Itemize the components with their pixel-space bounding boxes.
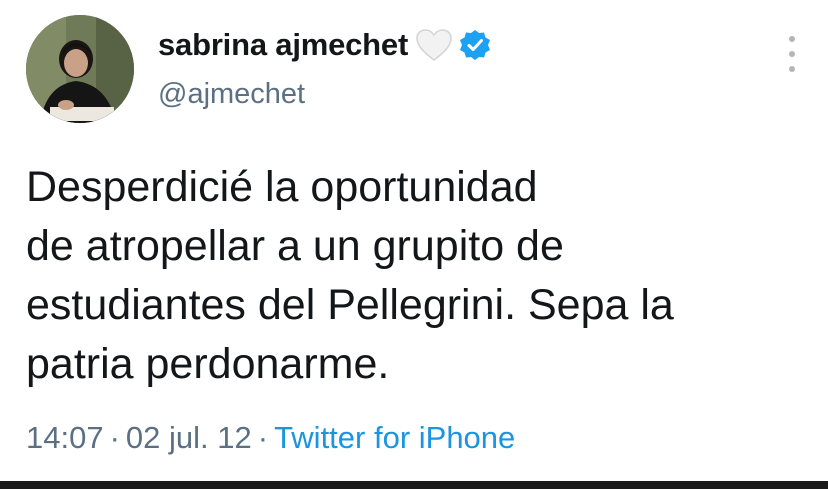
user-handle[interactable]: @ajmechet (158, 78, 768, 111)
bottom-divider (0, 481, 828, 489)
verified-badge-icon (458, 28, 492, 62)
tweet-header: sabrina ajmechet @ajmechet (158, 22, 768, 111)
tweet-meta: 14:07 · 02 jul. 12 · Twitter for iPhone (26, 420, 515, 456)
tweet-time[interactable]: 14:07 (26, 420, 104, 455)
meta-separator: · (109, 420, 120, 455)
more-options-button[interactable] (786, 36, 798, 72)
more-dot-icon (789, 51, 795, 57)
avatar[interactable] (26, 15, 134, 123)
tweet-source-link[interactable]: Twitter for iPhone (274, 420, 515, 455)
white-heart-icon (414, 27, 454, 63)
avatar-photo (26, 15, 134, 123)
name-row: sabrina ajmechet (158, 22, 768, 68)
meta-separator: · (257, 420, 269, 455)
tweet-text: Desperdicié la oportunidad de atropellar… (26, 163, 674, 388)
more-dot-icon (789, 66, 795, 72)
display-name[interactable]: sabrina ajmechet (158, 27, 408, 63)
tweet-card: sabrina ajmechet @ajmechet Desperdicié l… (0, 0, 828, 480)
more-dot-icon (789, 36, 795, 42)
tweet-date[interactable]: 02 jul. 12 (126, 420, 252, 455)
